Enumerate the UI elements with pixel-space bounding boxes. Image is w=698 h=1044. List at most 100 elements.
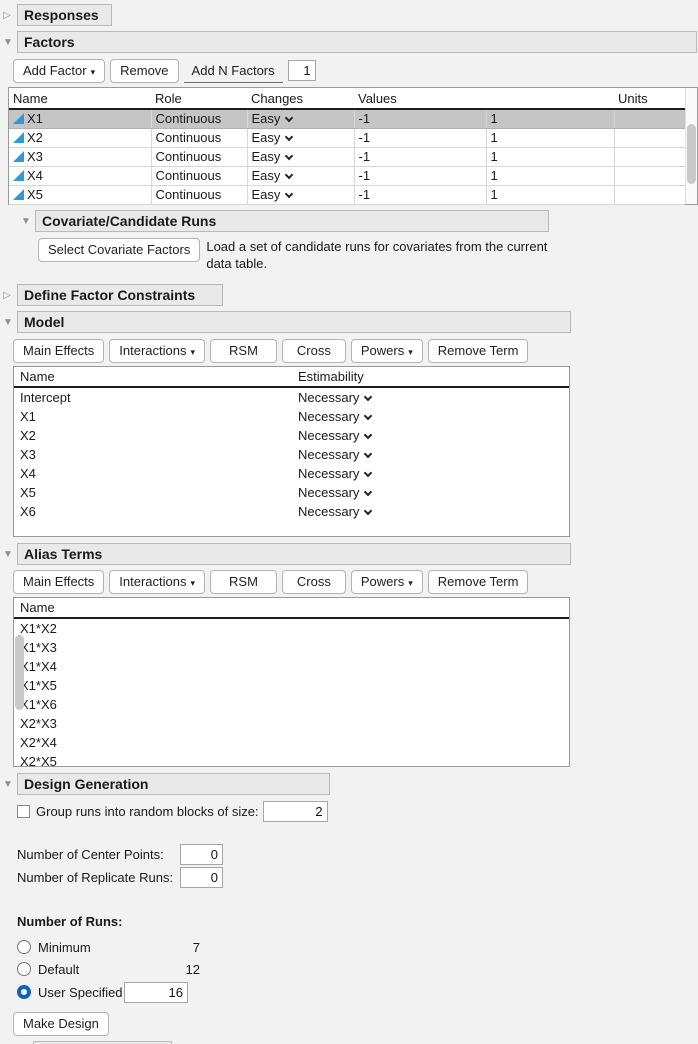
rsm-button[interactable]: RSM (210, 339, 277, 363)
factor-changes-dropdown[interactable]: Easy (247, 128, 355, 148)
expand-triangle-icon[interactable]: ▼ (18, 211, 35, 232)
model-term-row[interactable]: X1 Necessary (14, 407, 569, 426)
factor-high-value[interactable]: 1 (486, 109, 615, 129)
make-design-button[interactable]: Make Design (13, 1012, 109, 1036)
factor-high-value[interactable]: 1 (486, 128, 615, 148)
model-term-row[interactable]: X6 Necessary (14, 502, 569, 521)
interactions-button[interactable]: Interactions ▾ (109, 339, 206, 363)
remove-button[interactable]: Remove (110, 59, 179, 83)
scrollbar-thumb[interactable] (687, 124, 696, 184)
estimability-dropdown[interactable]: Necessary (298, 407, 563, 426)
factor-row[interactable]: X1 Continuous Easy -1 1 (9, 109, 685, 129)
factor-role: Continuous (151, 109, 248, 129)
model-term-row[interactable]: X5 Necessary (14, 483, 569, 502)
alias-terms-list: Name X1*X2 X1*X3 X1*X4 X1*X5 X1*X6 X2*X3… (13, 597, 570, 767)
factor-high-value[interactable]: 1 (486, 166, 615, 186)
expand-triangle-icon[interactable]: ▼ (0, 774, 17, 795)
model-title[interactable]: Model (17, 311, 571, 333)
factor-units[interactable] (614, 147, 685, 167)
alias-term-row[interactable]: X2*X5 (14, 752, 569, 766)
add-n-factors-button[interactable]: Add N Factors (183, 59, 283, 83)
covariate-title[interactable]: Covariate/Candidate Runs (35, 210, 549, 232)
user-specified-input[interactable] (124, 981, 188, 1003)
estimability-dropdown[interactable]: Necessary (298, 483, 563, 502)
alias-term-row[interactable]: X1*X5 (14, 676, 569, 695)
interactions-button[interactable]: Interactions ▾ (109, 570, 206, 594)
factor-changes-dropdown[interactable]: Easy (247, 147, 355, 167)
factor-changes-dropdown[interactable]: Easy (247, 185, 355, 205)
remove-term-button[interactable]: Remove Term (427, 339, 529, 363)
main-effects-button[interactable]: Main Effects (13, 339, 105, 363)
model-term-row[interactable]: X2 Necessary (14, 426, 569, 445)
factor-row[interactable]: X4 Continuous Easy -1 1 (9, 166, 685, 186)
factor-units[interactable] (614, 128, 685, 148)
factor-row[interactable]: X5 Continuous Easy -1 1 (9, 185, 685, 205)
group-blocks-checkbox[interactable] (17, 805, 30, 818)
alias-term-row[interactable]: X1*X3 (14, 638, 569, 657)
rsm-button[interactable]: RSM (210, 570, 277, 594)
remove-term-button[interactable]: Remove Term (427, 570, 529, 594)
cross-button[interactable]: Cross (281, 339, 346, 363)
replicate-runs-input[interactable] (180, 867, 223, 888)
user-specified-label: User Specified (38, 984, 123, 1000)
collapse-triangle-icon[interactable]: ▷ (0, 285, 17, 306)
minimum-value: 7 (192, 939, 200, 955)
alias-term-row[interactable]: X2*X4 (14, 733, 569, 752)
expand-triangle-icon[interactable]: ▼ (0, 312, 17, 333)
factor-units[interactable] (614, 109, 685, 129)
estimability-dropdown[interactable]: Necessary (298, 445, 563, 464)
model-term-row[interactable]: X3 Necessary (14, 445, 569, 464)
constraints-title[interactable]: Define Factor Constraints (17, 284, 223, 306)
model-term-row[interactable]: X4 Necessary (14, 464, 569, 483)
expand-triangle-icon[interactable]: ▼ (0, 32, 17, 53)
factor-low-value[interactable]: -1 (354, 147, 487, 167)
factor-row[interactable]: X2 Continuous Easy -1 1 (9, 128, 685, 148)
factor-low-value[interactable]: -1 (354, 166, 487, 186)
factors-scrollbar[interactable] (685, 88, 697, 204)
expand-triangle-icon[interactable]: ▼ (0, 544, 17, 565)
alias-scrollbar-thumb[interactable] (15, 635, 24, 710)
factor-units[interactable] (614, 185, 685, 205)
main-effects-button[interactable]: Main Effects (13, 570, 105, 594)
factor-high-value[interactable]: 1 (486, 185, 615, 205)
user-specified-radio[interactable] (17, 985, 31, 999)
add-factor-button[interactable]: Add Factor ▾ (13, 59, 106, 83)
cross-button[interactable]: Cross (281, 570, 346, 594)
continuous-factor-icon (13, 170, 24, 181)
alias-term-row[interactable]: X1*X6 (14, 695, 569, 714)
factors-title[interactable]: Factors (17, 31, 697, 53)
term-name: X2 (20, 428, 36, 443)
factor-units[interactable] (614, 166, 685, 186)
design-generation-title[interactable]: Design Generation (17, 773, 330, 795)
col-name: Name (20, 600, 55, 615)
powers-button[interactable]: Powers ▾ (350, 570, 423, 594)
factor-low-value[interactable]: -1 (354, 185, 487, 205)
select-covariate-factors-button[interactable]: Select Covariate Factors (38, 238, 201, 262)
powers-button[interactable]: Powers ▾ (350, 339, 423, 363)
default-radio[interactable] (17, 962, 31, 976)
col-name: Name (20, 369, 55, 384)
factor-changes-dropdown[interactable]: Easy (247, 166, 355, 186)
model-term-row[interactable]: Intercept Necessary (14, 388, 569, 407)
factor-high-value[interactable]: 1 (486, 147, 615, 167)
collapse-triangle-icon[interactable]: ▷ (0, 5, 17, 26)
minimum-radio[interactable] (17, 940, 31, 954)
factor-row[interactable]: X3 Continuous Easy -1 1 (9, 147, 685, 167)
estimability-dropdown[interactable]: Necessary (298, 426, 563, 445)
estimability-dropdown[interactable]: Necessary (298, 502, 563, 521)
n-factors-input[interactable] (287, 60, 316, 81)
chevron-down-icon (285, 189, 294, 199)
estimability-dropdown[interactable]: Necessary (298, 464, 563, 483)
group-blocks-input[interactable] (262, 801, 328, 822)
alias-list-header: Name (14, 598, 569, 619)
factor-low-value[interactable]: -1 (354, 128, 487, 148)
responses-title[interactable]: Responses (17, 4, 112, 26)
center-points-input[interactable] (180, 844, 223, 865)
alias-title[interactable]: Alias Terms (17, 543, 571, 565)
alias-term-row[interactable]: X2*X3 (14, 714, 569, 733)
factor-changes-dropdown[interactable]: Easy (247, 109, 355, 129)
alias-term-row[interactable]: X1*X4 (14, 657, 569, 676)
factor-low-value[interactable]: -1 (354, 109, 487, 129)
alias-term-row[interactable]: X1*X2 (14, 619, 569, 638)
estimability-dropdown[interactable]: Necessary (298, 388, 563, 407)
